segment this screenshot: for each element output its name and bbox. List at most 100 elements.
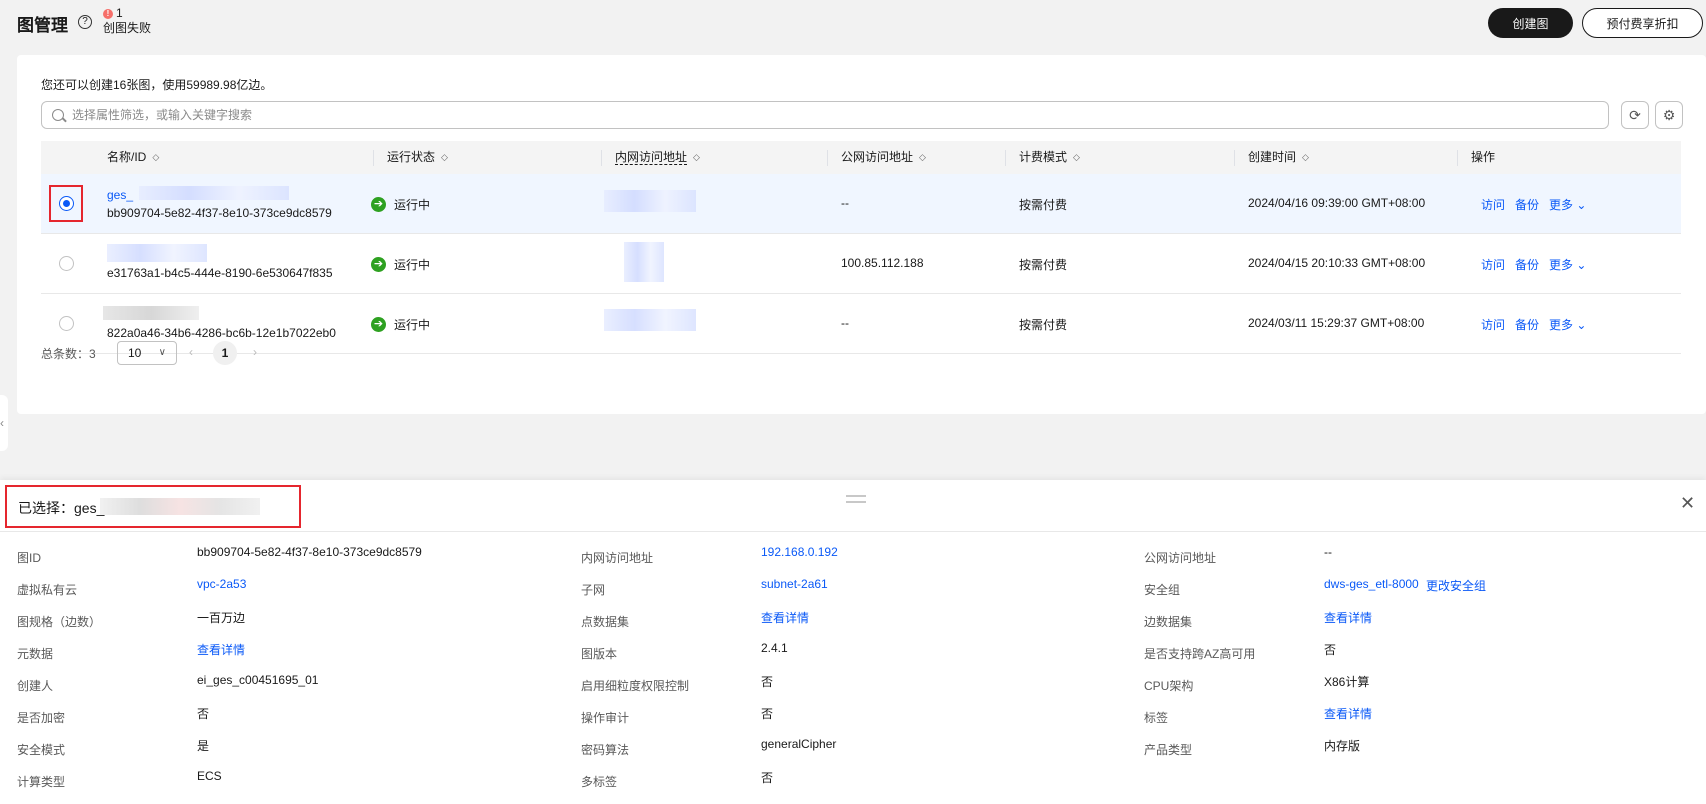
col-actions: 操作 — [1471, 150, 1496, 164]
field-label: 公网访问地址 — [1144, 551, 1217, 565]
graph-name-link[interactable]: ges_ — [107, 188, 133, 202]
backup-link[interactable]: 备份 — [1515, 256, 1539, 273]
graph-id: bb909704-5e82-4f37-8e10-373ce9dc8579 — [107, 206, 332, 220]
subnet-link[interactable]: subnet-2a61 — [761, 577, 828, 591]
search-icon — [52, 109, 64, 121]
total-count: 总条数：3 — [41, 346, 96, 361]
field-label: 标签 — [1144, 711, 1169, 725]
change-security-group-link[interactable]: 更改安全组 — [1426, 577, 1486, 594]
field-label: 产品类型 — [1144, 743, 1193, 757]
search-input[interactable]: 选择属性筛选，或输入关键字搜索 — [41, 101, 1609, 129]
field-value: X86计算 — [1324, 675, 1370, 689]
field-label: 计算类型 — [17, 775, 66, 789]
more-menu[interactable]: 更多 ⌄ — [1549, 316, 1586, 333]
field-value: 否 — [761, 707, 774, 721]
refresh-icon[interactable]: ⟳ — [1621, 101, 1649, 129]
col-public-address[interactable]: 公网访问地址 ◇ — [841, 141, 926, 174]
current-page[interactable]: 1 — [213, 341, 237, 365]
created-time: 2024/04/16 09:39:00 GMT+08:00 — [1248, 196, 1426, 210]
public-address: -- — [841, 316, 849, 330]
sort-icon: ◇ — [1073, 152, 1080, 163]
prev-page-icon[interactable]: ‹ — [189, 345, 193, 359]
graph-list-card: 您还可以创建16张图，使用59989.98亿边。 选择属性筛选，或输入关键字搜索… — [17, 55, 1706, 414]
field-label: 启用细粒度权限控制 — [581, 679, 690, 693]
row-radio[interactable] — [59, 316, 74, 331]
edge-dataset-link[interactable]: 查看详情 — [1324, 609, 1372, 626]
redacted-private-address — [604, 190, 696, 212]
tags-details-link[interactable]: 查看详情 — [1324, 705, 1372, 722]
billing-mode: 按需付费 — [1019, 258, 1068, 272]
backup-link[interactable]: 备份 — [1515, 196, 1539, 213]
drag-handle[interactable] — [846, 495, 866, 503]
next-page-icon[interactable]: › — [253, 345, 257, 359]
public-address: -- — [841, 196, 849, 210]
redacted-private-address — [604, 309, 696, 331]
table-header: 名称/ID ◇ 运行状态 ◇ 内网访问地址 ◇ 公网访问地址 ◇ 计费模式 ◇ 创建时间 ◇… — [41, 141, 1681, 174]
row-radio[interactable] — [59, 196, 74, 211]
security-group-link[interactable]: dws-ges_etl-8000 — [1324, 577, 1419, 591]
fail-label: 创图失败 — [103, 21, 152, 35]
page-title: 图管理 — [17, 16, 68, 35]
close-icon[interactable]: ✕ — [1680, 494, 1695, 512]
collapse-handle[interactable]: ‹ — [0, 395, 8, 451]
field-label: 内网访问地址 — [581, 551, 654, 565]
field-value: generalCipher — [761, 737, 837, 751]
top-bar: 图管理 ? ! 1 创图失败 创建图 预付费享折扣 — [0, 0, 1706, 50]
field-value: 否 — [761, 771, 774, 785]
more-menu[interactable]: 更多 ⌄ — [1549, 256, 1586, 273]
detail-header: 已选择：ges_ ✕ — [0, 480, 1706, 532]
chevron-down-icon: ⌄ — [1576, 198, 1587, 212]
field-label: 虚拟私有云 — [17, 583, 78, 597]
visit-link[interactable]: 访问 — [1481, 196, 1505, 213]
field-label: 创建人 — [17, 679, 54, 693]
field-label: 边数据集 — [1144, 615, 1193, 629]
field-value: 否 — [1324, 643, 1337, 657]
prepaid-discount-button[interactable]: 预付费享折扣 — [1582, 8, 1703, 38]
field-value: 否 — [761, 675, 774, 689]
field-label: CPU架构 — [1144, 679, 1194, 693]
field-label: 是否支持跨AZ高可用 — [1144, 647, 1256, 661]
col-name[interactable]: 名称/ID ◇ — [107, 141, 159, 174]
backup-link[interactable]: 备份 — [1515, 316, 1539, 333]
sort-icon: ◇ — [919, 152, 926, 163]
field-value: 内存版 — [1324, 739, 1361, 753]
created-time: 2024/03/11 15:29:37 GMT+08:00 — [1248, 316, 1425, 330]
redacted-name — [139, 186, 289, 200]
table-row[interactable]: e31763a1-b4c5-444e-8190-6e530647f835 ➔ 运行… — [41, 234, 1681, 294]
selected-graph-label: 已选择：ges_ — [18, 500, 105, 516]
status-cell: ➔ 运行中 — [371, 316, 430, 333]
vpc-link[interactable]: vpc-2a53 — [197, 577, 246, 591]
col-billing[interactable]: 计费模式 ◇ — [1019, 141, 1080, 174]
col-created[interactable]: 创建时间 ◇ — [1248, 141, 1309, 174]
field-label: 操作审计 — [581, 711, 630, 725]
search-placeholder: 选择属性筛选，或输入关键字搜索 — [72, 108, 253, 122]
private-address-link[interactable]: 192.168.0.192 — [761, 545, 838, 559]
status-cell: ➔ 运行中 — [371, 256, 430, 273]
chevron-down-icon: ∨ — [158, 347, 166, 358]
create-failed-indicator[interactable]: ! 1 创图失败 — [103, 6, 151, 36]
field-label: 是否加密 — [17, 711, 66, 725]
metadata-details-link[interactable]: 查看详情 — [197, 641, 245, 658]
vertex-dataset-link[interactable]: 查看详情 — [761, 609, 809, 626]
redacted-name — [100, 498, 260, 515]
table-row[interactable]: 822a0a46-34b6-4286-bc6b-12e1b7022eb0 ➔ 运行… — [41, 294, 1681, 354]
col-private-address[interactable]: 内网访问地址 ◇ — [615, 141, 700, 174]
redacted-name — [103, 306, 199, 320]
row-radio[interactable] — [59, 256, 74, 271]
chevron-down-icon: ⌄ — [1576, 318, 1587, 332]
visit-link[interactable]: 访问 — [1481, 316, 1505, 333]
table-row[interactable]: ges_ bb909704-5e82-4f37-8e10-373ce9dc857… — [41, 174, 1681, 234]
visit-link[interactable]: 访问 — [1481, 256, 1505, 273]
field-label: 图版本 — [581, 647, 618, 661]
settings-icon[interactable]: ⚙ — [1655, 101, 1683, 129]
field-value: 一百万边 — [197, 611, 246, 625]
more-menu[interactable]: 更多 ⌄ — [1549, 196, 1586, 213]
help-icon[interactable]: ? — [78, 15, 92, 29]
col-status[interactable]: 运行状态 ◇ — [387, 141, 448, 174]
field-label: 点数据集 — [581, 615, 630, 629]
create-graph-button[interactable]: 创建图 — [1488, 8, 1573, 38]
page-size-select[interactable]: 10 ∨ — [117, 341, 177, 365]
redacted-name — [107, 244, 207, 262]
billing-mode: 按需付费 — [1019, 198, 1068, 212]
field-value: 2.4.1 — [761, 641, 788, 655]
